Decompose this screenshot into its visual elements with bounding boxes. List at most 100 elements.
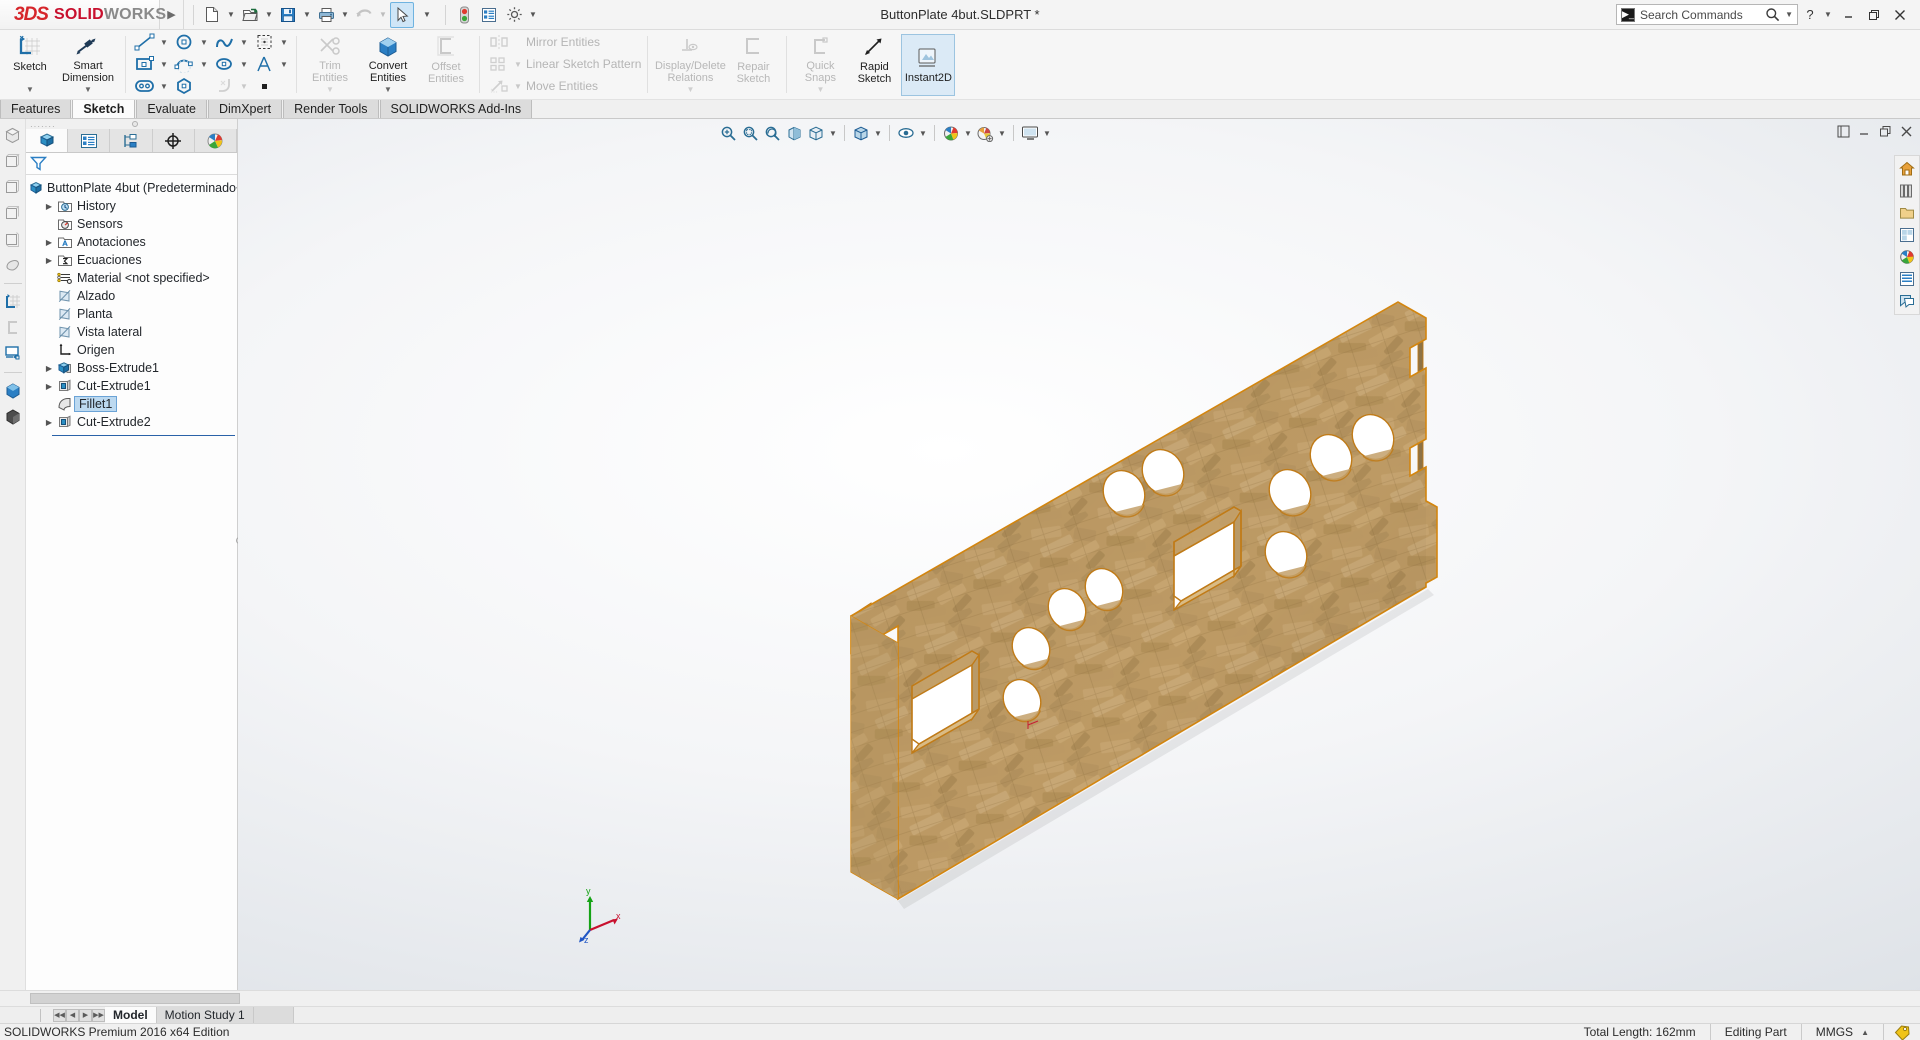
rebuild-button[interactable] (452, 2, 476, 28)
tree-item-cut-extrude1[interactable]: ▶ Cut-Extrude1 (28, 377, 237, 395)
mirror-entities-item[interactable]: ▼ Mirror Entities (485, 31, 642, 53)
viewport-layout-caret[interactable]: ▼ (1042, 129, 1052, 138)
fm-tab-property-manager[interactable] (68, 129, 111, 152)
handle-pin-icon[interactable] (131, 121, 138, 127)
tree-item-history[interactable]: ▶ History (28, 197, 237, 215)
tree-item-planta[interactable]: Planta (28, 305, 237, 323)
spline-tool-caret[interactable]: ▼ (238, 38, 250, 47)
ellipse-tool-item[interactable]: ▼ (211, 53, 251, 75)
rollback-bar[interactable] (52, 435, 235, 436)
zoom-to-area-button[interactable] (740, 123, 760, 143)
save-button[interactable] (276, 2, 300, 28)
convert-entities-dropdown-caret[interactable]: ▼ (384, 84, 392, 96)
smart-dimension-dropdown-caret[interactable]: ▼ (84, 84, 92, 96)
help-button[interactable]: ? (1800, 4, 1820, 26)
help-caret[interactable]: ▼ (1822, 2, 1834, 28)
select-tool-button[interactable] (390, 1, 414, 28)
circle-tool-item[interactable]: ▼ (171, 31, 211, 53)
cut-extrude1-expander[interactable]: ▶ (42, 382, 56, 391)
boss-extrude1-expander[interactable]: ▶ (42, 364, 56, 373)
units-selector[interactable]: MMGS ▲ (1800, 1023, 1883, 1040)
repair-rail-icon[interactable] (3, 318, 23, 338)
undo-caret[interactable]: ▼ (377, 2, 389, 28)
tab-features[interactable]: Features (0, 99, 72, 118)
sketch-dropdown-caret[interactable]: ▼ (26, 84, 34, 96)
tree-item-material[interactable]: Material <not specified> (28, 269, 237, 287)
close-window-button[interactable] (1888, 4, 1912, 26)
units-caret-icon[interactable]: ▲ (1853, 1028, 1869, 1037)
tree-item-anotaciones[interactable]: ▶ Anotaciones (28, 233, 237, 251)
point-tool-item[interactable]: ▼ (251, 75, 291, 97)
quick-snaps-caret[interactable]: ▼ (816, 84, 824, 96)
task-pane-solidworks-forum[interactable] (1898, 292, 1916, 310)
sketch-plane-tool-item[interactable]: ▼ (251, 31, 291, 53)
front-view-icon[interactable] (3, 151, 23, 171)
ellipse-tool-caret[interactable]: ▼ (238, 60, 250, 69)
fm-tab-feature-tree[interactable] (26, 129, 69, 152)
tree-item-cut-extrude2[interactable]: ▶ Cut-Extrude2 (28, 413, 237, 431)
section-view-button[interactable] (784, 123, 804, 143)
instant2d-button[interactable]: Instant2D (901, 34, 956, 96)
circle-tool-caret[interactable]: ▼ (198, 38, 210, 47)
tab-evaluate[interactable]: Evaluate (136, 99, 207, 118)
rectangle-tool-item[interactable]: ▼ (131, 53, 171, 75)
bottom-tab-motion-study[interactable]: Motion Study 1 (156, 1006, 254, 1024)
spline-tool-item[interactable]: ▼ (211, 31, 251, 53)
task-pane-appearances[interactable] (1898, 248, 1916, 266)
task-pane-custom-properties[interactable] (1898, 270, 1916, 288)
task-pane-design-library[interactable] (1898, 182, 1916, 200)
display-rail-icon[interactable] (3, 344, 23, 364)
fm-tab-display-manager[interactable] (194, 129, 238, 152)
tab-nav-last[interactable]: ▶▶ (92, 1008, 105, 1022)
search-commands-box[interactable]: ▶_ Search Commands ▼ (1616, 4, 1798, 25)
print-caret[interactable]: ▼ (339, 2, 351, 28)
options-caret[interactable]: ▼ (527, 2, 539, 28)
trim-entities-dropdown-caret[interactable]: ▼ (326, 84, 334, 96)
restore-window-button[interactable] (1862, 4, 1886, 26)
open-file-caret[interactable]: ▼ (263, 2, 275, 28)
display-style-caret[interactable]: ▼ (873, 129, 883, 138)
menu-expand-arrow[interactable]: ▶ (160, 0, 184, 29)
graphics-viewport[interactable]: ▼ ▼ ▼ ▼ ▼ ▼ y x z (238, 119, 1920, 990)
search-caret-icon[interactable]: ▼ (1785, 10, 1793, 19)
new-file-button[interactable] (200, 2, 224, 28)
new-file-caret[interactable]: ▼ (225, 2, 237, 28)
convert-entities-button[interactable]: Convert Entities ▼ (357, 30, 419, 99)
print-button[interactable] (314, 2, 338, 28)
arc-tool-caret[interactable]: ▼ (198, 60, 210, 69)
tree-item-alzado[interactable]: Alzado (28, 287, 237, 305)
view-settings-caret[interactable]: ▼ (997, 129, 1007, 138)
tab-nav-prev[interactable]: ◀ (66, 1008, 79, 1022)
tree-item-vista-lateral[interactable]: Vista lateral (28, 323, 237, 341)
repair-sketch-button[interactable]: Repair Sketch (726, 30, 780, 99)
cut-extrude2-expander[interactable]: ▶ (42, 418, 56, 427)
sketch-button[interactable]: Sketch ▼ (3, 30, 57, 99)
doc-close-button[interactable] (1898, 123, 1914, 139)
tile-window-button[interactable] (1835, 123, 1851, 139)
sketch-plane-caret[interactable]: ▼ (278, 38, 290, 47)
section-rail-icon[interactable] (3, 407, 23, 427)
ecuaciones-expander[interactable]: ▶ (42, 256, 56, 265)
line-tool-caret[interactable]: ▼ (158, 38, 170, 47)
display-delete-relations-button[interactable]: Display/Delete Relations ▼ (654, 30, 726, 99)
smart-dimension-button[interactable]: Smart Dimension ▼ (57, 30, 119, 99)
view-settings-button[interactable] (975, 123, 995, 143)
shaded-view-icon[interactable] (3, 255, 23, 275)
feature-manager-handle[interactable]: ······· (26, 119, 237, 131)
tab-nav-first[interactable]: ◀◀ (53, 1008, 66, 1022)
history-expander[interactable]: ▶ (42, 202, 56, 211)
trim-entities-button[interactable]: Trim Entities ▼ (303, 30, 357, 99)
display-style-button[interactable] (851, 123, 871, 143)
fm-tab-dimxpert-manager[interactable] (152, 129, 195, 152)
minimize-window-button[interactable] (1836, 4, 1860, 26)
linear-sketch-pattern-item[interactable]: ▼ Linear Sketch Pattern (485, 53, 642, 75)
offset-entities-button[interactable]: Offset Entities (419, 30, 473, 99)
tree-item-sensors[interactable]: Sensors (28, 215, 237, 233)
anotaciones-expander[interactable]: ▶ (42, 238, 56, 247)
apply-scene-button[interactable] (941, 123, 961, 143)
view-orientation-caret[interactable]: ▼ (828, 129, 838, 138)
tag-button[interactable] (1883, 1023, 1920, 1040)
sketch-fillet-tool-item[interactable]: ▼ (211, 75, 251, 97)
horizontal-scrollbar[interactable] (30, 993, 240, 1004)
appearance-rail-icon[interactable] (3, 381, 23, 401)
